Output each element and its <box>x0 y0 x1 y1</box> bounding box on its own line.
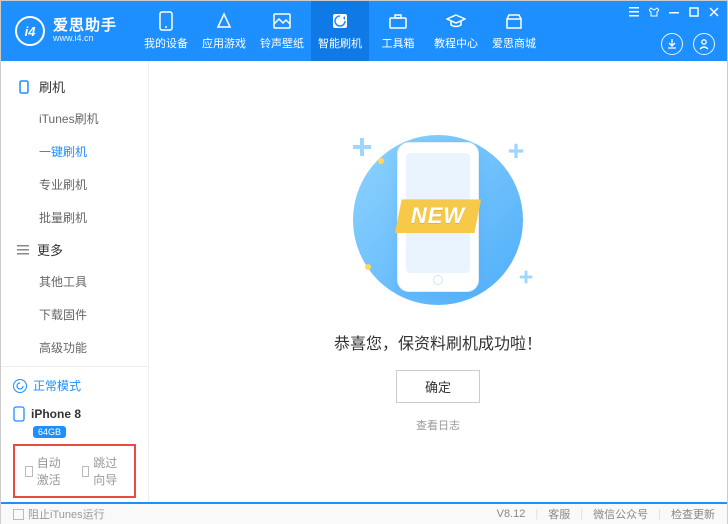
view-log-link[interactable]: 查看日志 <box>416 417 460 433</box>
maximize-icon[interactable] <box>687 5 701 19</box>
phone-icon <box>17 80 31 94</box>
wechat-link[interactable]: 微信公众号 <box>593 506 648 522</box>
sidebar-bottom: 正常模式 iPhone 8 64GB 自动激活 跳过向导 <box>1 366 148 502</box>
brand-name: 爱思助手 <box>53 18 117 33</box>
storage-badge: 64GB <box>33 426 66 438</box>
logo: i4 爱思助手 www.i4.cn <box>1 16 131 46</box>
sidebar-item-itunes-flash[interactable]: iTunes刷机 <box>1 102 148 135</box>
sidebar: 刷机 iTunes刷机 一键刷机 专业刷机 批量刷机 更多 其他工具 下载固件 … <box>1 61 149 502</box>
device-row[interactable]: iPhone 8 <box>13 400 136 424</box>
checkbox-stop-itunes[interactable]: 阻止iTunes运行 <box>13 506 105 522</box>
minimize-icon[interactable] <box>667 5 681 19</box>
nav-toolbox[interactable]: 工具箱 <box>369 1 427 61</box>
sidebar-item-pro-flash[interactable]: 专业刷机 <box>1 168 148 201</box>
update-link[interactable]: 检查更新 <box>671 506 715 522</box>
refresh-icon <box>13 379 27 393</box>
sidebar-item-advanced[interactable]: 高级功能 <box>1 331 148 364</box>
sidebar-item-download-fw[interactable]: 下载固件 <box>1 298 148 331</box>
options-highlight-box: 自动激活 跳过向导 <box>13 444 136 498</box>
sidebar-item-onekey-flash[interactable]: 一键刷机 <box>1 135 148 168</box>
checkbox-auto-activate[interactable]: 自动激活 <box>25 454 68 488</box>
status-bar: 阻止iTunes运行 V8.12 | 客服 | 微信公众号 | 检查更新 <box>1 502 727 524</box>
version-label: V8.12 <box>497 508 526 520</box>
nav-my-device[interactable]: 我的设备 <box>137 1 195 61</box>
download-icon[interactable] <box>661 33 683 55</box>
nav-tutorials[interactable]: 教程中心 <box>427 1 485 61</box>
list-icon <box>17 244 29 256</box>
main-content: NEW 恭喜您，保资料刷机成功啦！ 确定 查看日志 <box>149 61 727 502</box>
sidebar-item-batch-flash[interactable]: 批量刷机 <box>1 201 148 234</box>
skin-icon[interactable] <box>647 5 661 19</box>
brand-url: www.i4.cn <box>53 33 117 44</box>
header-right <box>661 33 715 55</box>
toolbox-icon <box>389 11 407 31</box>
nav-flash[interactable]: 智能刷机 <box>311 1 369 61</box>
phone-icon <box>159 11 173 31</box>
success-illustration: NEW <box>323 130 553 310</box>
device-icon <box>13 406 25 422</box>
close-icon[interactable] <box>707 5 721 19</box>
sidebar-group-flash: 刷机 <box>1 71 148 102</box>
grad-icon <box>446 11 466 31</box>
window-controls <box>627 5 721 19</box>
support-link[interactable]: 客服 <box>548 506 570 522</box>
menu-icon[interactable] <box>627 5 641 19</box>
top-nav: 我的设备 应用游戏 铃声壁纸 智能刷机 工具箱 教程中心 爱思商城 <box>137 1 543 61</box>
mode-row[interactable]: 正常模式 <box>13 371 136 400</box>
checkbox-skip-wizard[interactable]: 跳过向导 <box>82 454 125 488</box>
nav-store[interactable]: 爱思商城 <box>485 1 543 61</box>
app-header: i4 爱思助手 www.i4.cn 我的设备 应用游戏 铃声壁纸 智能刷机 工具… <box>1 1 727 61</box>
nav-ringtones[interactable]: 铃声壁纸 <box>253 1 311 61</box>
ok-button[interactable]: 确定 <box>396 370 480 403</box>
nav-apps[interactable]: 应用游戏 <box>195 1 253 61</box>
new-ribbon: NEW <box>395 199 481 233</box>
sidebar-item-other-tools[interactable]: 其他工具 <box>1 265 148 298</box>
apps-icon <box>215 11 233 31</box>
user-icon[interactable] <box>693 33 715 55</box>
logo-icon: i4 <box>15 16 45 46</box>
flash-icon <box>331 11 349 31</box>
success-message: 恭喜您，保资料刷机成功啦！ <box>334 330 542 354</box>
image-icon <box>273 11 291 31</box>
store-icon <box>505 11 523 31</box>
sidebar-group-more: 更多 <box>1 234 148 265</box>
